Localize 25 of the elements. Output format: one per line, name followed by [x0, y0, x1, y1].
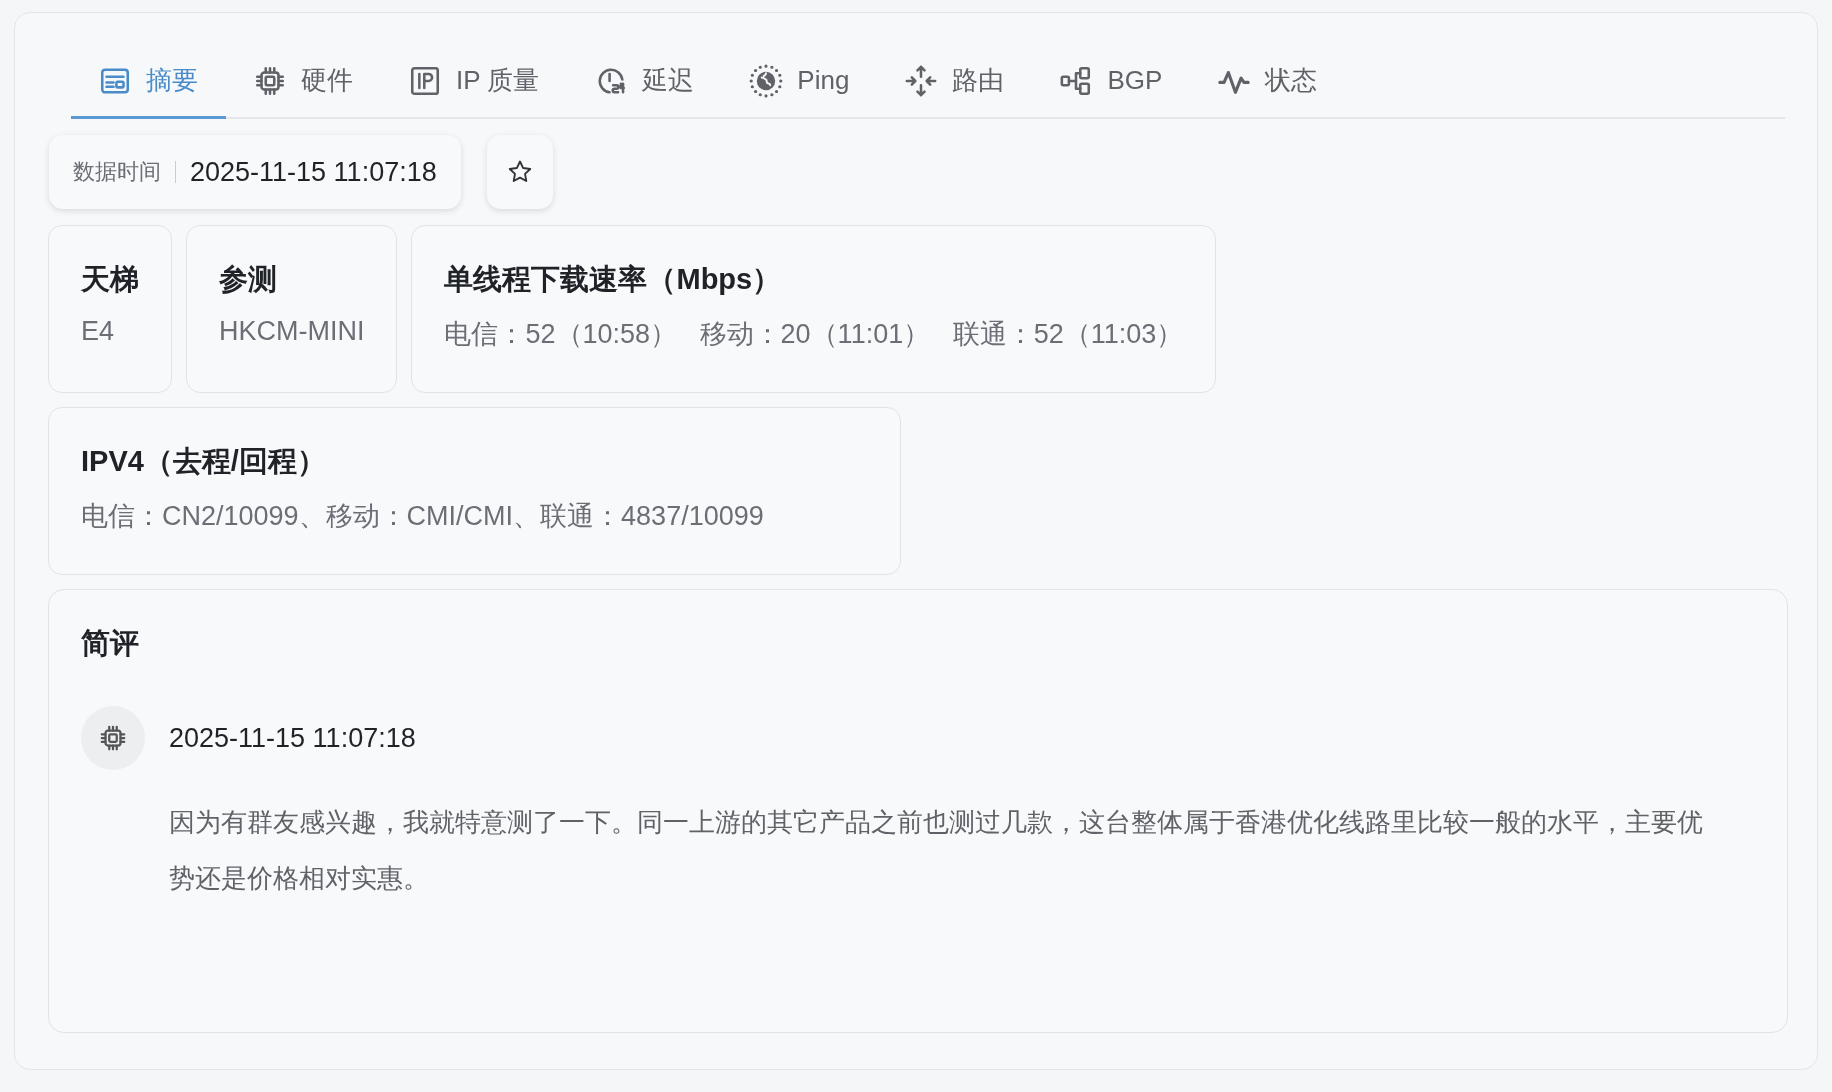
card-value: HKCM-MINI	[219, 316, 365, 347]
chip-icon	[98, 723, 128, 753]
card-value: 电信：52（10:58） 移动：20（11:01） 联通：52（11:03）	[444, 318, 1184, 351]
tab[interactable]: 延迟	[567, 49, 723, 119]
card-title: 单线程下载速率（Mbps）	[444, 262, 783, 297]
card-value: E4	[81, 316, 116, 347]
globe-icon	[749, 63, 784, 98]
review-title: 简评	[81, 626, 140, 661]
tab[interactable]: 状态	[1190, 49, 1346, 119]
review-text: 因为有群友感兴趣，我就特意测了一下。同一上游的其它产品之前也测过几款，这台整体属于香港优化线路里比较一般的水平，主要优势还是价格相对实惠。	[169, 806, 1704, 895]
tab[interactable]: 摘要	[71, 49, 226, 119]
tab[interactable]: Ping	[722, 49, 878, 119]
card-value: 电信：CN2/10099、移动：CMI/CMI、联通：4837/10099	[81, 500, 765, 533]
card-title: IPV4（去程/回程）	[81, 444, 327, 479]
tab[interactable]: 路由	[877, 49, 1033, 119]
review-time: 2025-11-15 11:07:18	[169, 722, 416, 754]
tab[interactable]: 硬件	[226, 49, 381, 119]
card-title: 参测	[219, 262, 278, 297]
tab[interactable]: IP 质量	[381, 49, 568, 119]
route-arrows-icon	[904, 63, 939, 98]
card-title: 天梯	[81, 262, 139, 297]
data-time-value: 2025-11-15 11:07:18	[190, 156, 437, 188]
tab[interactable]: BGP	[1032, 49, 1191, 119]
data-time-label: 数据时间	[73, 158, 161, 186]
favorite-button[interactable]	[486, 135, 553, 209]
